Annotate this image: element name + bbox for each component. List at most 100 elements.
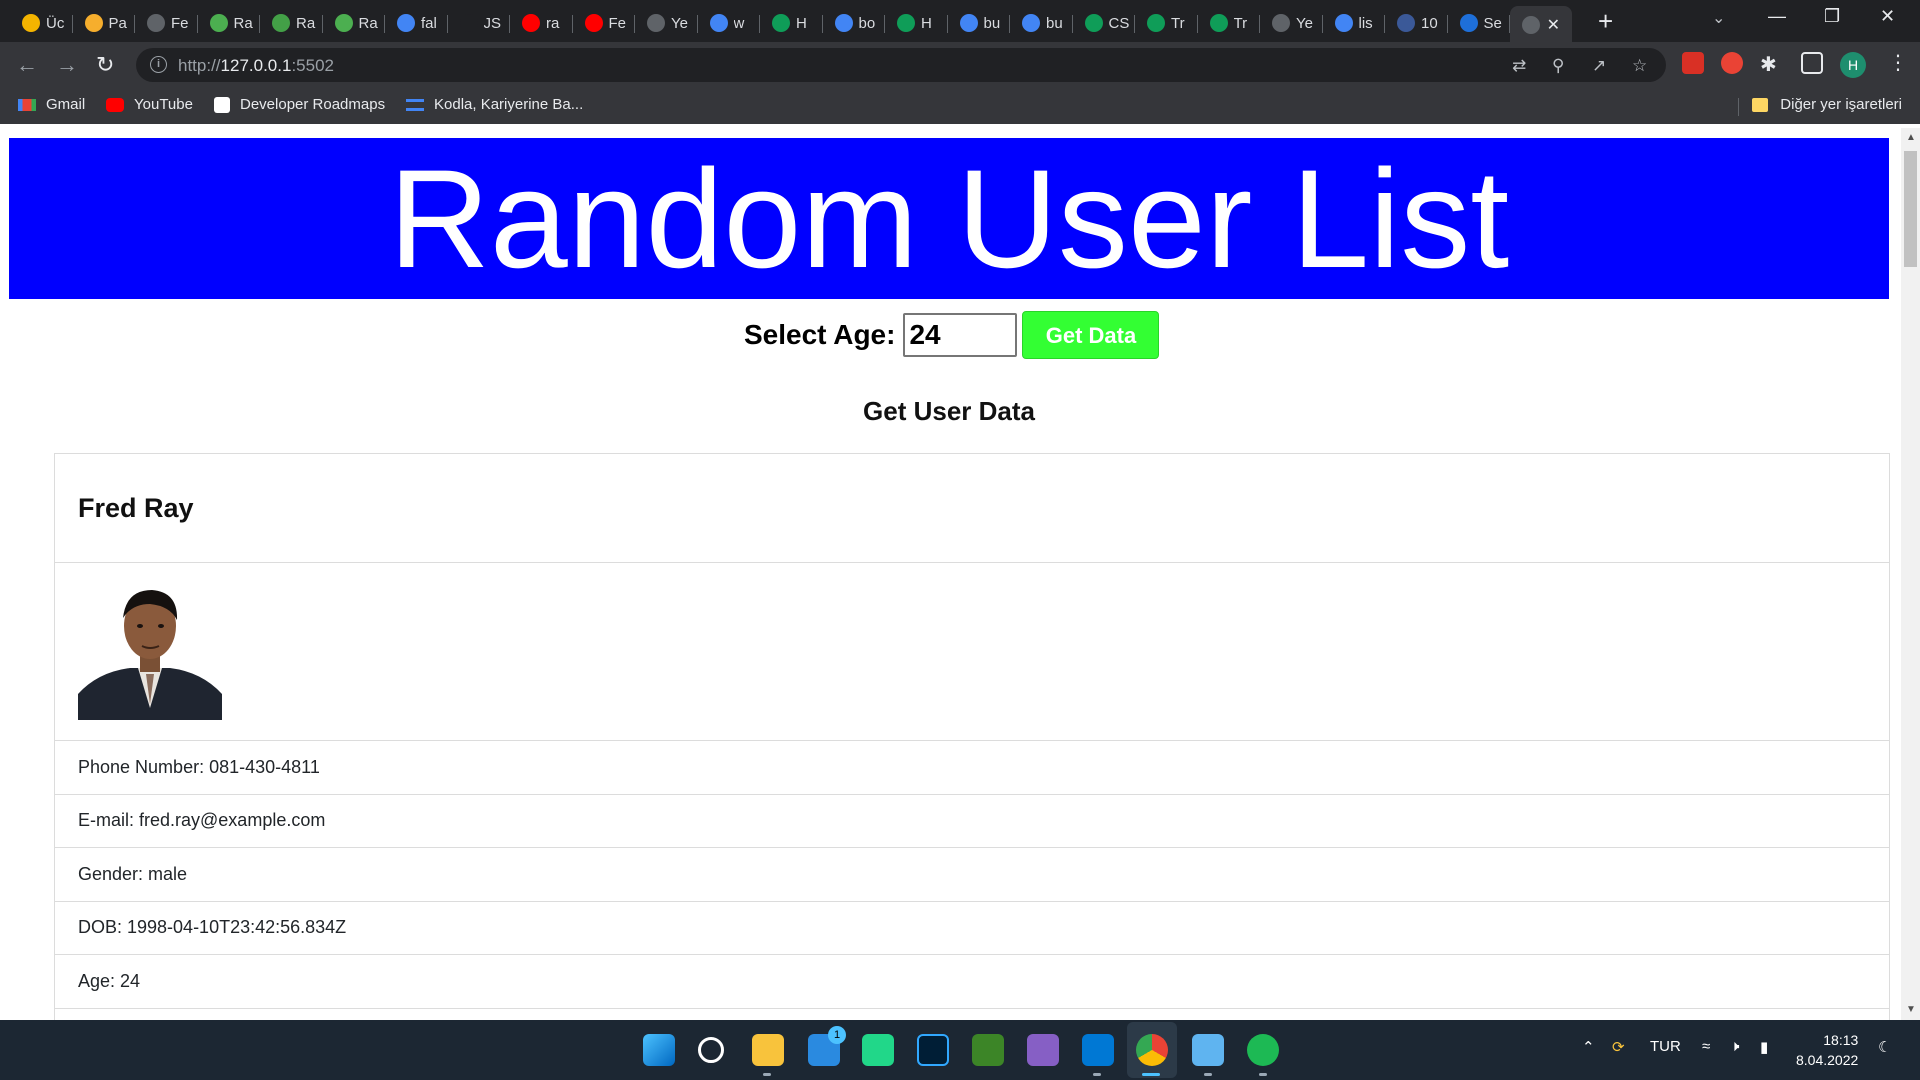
new-tab-button[interactable]: + xyxy=(1598,6,1613,37)
browser-tab[interactable]: JS xyxy=(448,6,511,40)
extension-red-icon[interactable] xyxy=(1682,52,1704,74)
translate-icon[interactable]: ⇄ xyxy=(1512,56,1526,76)
user-card: Fred Ray Phone Number: 081-430-4811 E-ma xyxy=(54,453,1890,1020)
tray-chevron-up-icon[interactable]: ⌃ xyxy=(1582,1038,1595,1056)
browser-tab[interactable]: H xyxy=(885,6,948,40)
clock[interactable]: 18:13 8.04.2022 xyxy=(1796,1030,1858,1070)
start-windows-icon[interactable] xyxy=(643,1034,675,1066)
notepad-icon[interactable] xyxy=(1192,1034,1224,1066)
active-browser-tab[interactable]: ✕ xyxy=(1510,6,1572,44)
back-button[interactable]: ← xyxy=(16,52,38,78)
browser-tab[interactable]: Tr xyxy=(1198,6,1261,40)
browser-tab[interactable]: Ye xyxy=(635,6,698,40)
spotify-icon[interactable] xyxy=(1247,1034,1279,1066)
browser-tab[interactable]: Üc xyxy=(10,6,73,40)
browser-tab[interactable]: Pa xyxy=(73,6,136,40)
bookmark-label: Developer Roadmaps xyxy=(240,96,386,113)
extension-adblock-icon[interactable] xyxy=(1721,52,1743,74)
clock-date: 8.04.2022 xyxy=(1796,1052,1859,1068)
browser-tab[interactable]: Fe xyxy=(135,6,198,40)
language-indicator[interactable]: TUR xyxy=(1650,1038,1681,1055)
chrome-icon[interactable] xyxy=(1136,1034,1168,1066)
scroll-down-arrow-icon[interactable]: ▼ xyxy=(1906,1004,1916,1015)
file-explorer-icon[interactable] xyxy=(752,1034,784,1066)
browser-tab[interactable]: 10 xyxy=(1385,6,1448,40)
extensions-puzzle-icon[interactable]: ✱ xyxy=(1760,52,1777,77)
other-bookmarks-label: Diğer yer işaretleri xyxy=(1780,96,1902,113)
browser-tab[interactable]: Ra xyxy=(323,6,386,40)
tab-title: Ye xyxy=(671,14,688,32)
age-input[interactable]: 24 xyxy=(903,313,1018,357)
tab-favicon-icon xyxy=(522,14,540,32)
tab-title: bu xyxy=(1046,14,1063,32)
browser-tab[interactable]: H xyxy=(760,6,823,40)
bookmark-youtube[interactable]: YouTube xyxy=(106,96,193,113)
tab-favicon-icon xyxy=(1209,14,1228,32)
profile-avatar[interactable]: H xyxy=(1840,52,1866,78)
notepad-running-indicator xyxy=(1204,1073,1212,1076)
browser-tab[interactable]: Ra xyxy=(260,6,323,40)
browser-tab[interactable]: ra xyxy=(510,6,573,40)
spotify-running-indicator xyxy=(1259,1073,1267,1076)
tab-title: CS xyxy=(1108,14,1129,32)
side-panel-icon[interactable] xyxy=(1801,52,1823,74)
minecraft-icon[interactable] xyxy=(972,1034,1004,1066)
volume-icon[interactable]: 🕨 xyxy=(1730,1038,1739,1055)
other-bookmarks-folder[interactable]: Diğer yer işaretleri xyxy=(1752,96,1902,113)
browser-tab[interactable]: CS xyxy=(1073,6,1136,40)
sync-icon[interactable]: ⟳ xyxy=(1612,1038,1625,1056)
browser-tab[interactable]: fal xyxy=(385,6,448,40)
address-bar[interactable]: i http://127.0.0.1:5502 ⇄ ⚲ ↗ ☆ xyxy=(136,48,1666,82)
browser-tab[interactable]: lis xyxy=(1323,6,1386,40)
page-scrollbar[interactable]: ▲ ▼ xyxy=(1901,128,1920,1020)
url-text[interactable]: http://127.0.0.1:5502 xyxy=(178,56,334,76)
bookmark-kodla[interactable]: Kodla, Kariyerine Ba... xyxy=(406,96,583,113)
wifi-icon[interactable]: ≈ xyxy=(1702,1038,1710,1055)
tab-favicon-icon xyxy=(1022,14,1040,32)
minimize-button[interactable]: — xyxy=(1768,6,1786,27)
tab-title: Ra xyxy=(358,14,378,32)
close-tab-icon[interactable]: ✕ xyxy=(1547,15,1560,35)
pycharm-icon[interactable] xyxy=(862,1034,894,1066)
bookmark-developer-roadmaps[interactable]: Developer Roadmaps xyxy=(214,96,385,113)
scrollbar-thumb[interactable] xyxy=(1904,151,1917,267)
forward-button[interactable]: → xyxy=(56,52,78,78)
browser-tab[interactable]: Se xyxy=(1448,6,1511,40)
bookmark-star-icon[interactable]: ☆ xyxy=(1632,56,1647,76)
share-icon[interactable]: ↗ xyxy=(1592,56,1606,76)
vscode-icon[interactable] xyxy=(1082,1034,1114,1066)
browser-tab[interactable]: Fe xyxy=(573,6,636,40)
age-selector-row: Select Age: 24 Get Data xyxy=(744,311,1160,359)
mail-icon[interactable]: 1 xyxy=(808,1026,846,1066)
tab-title: Ye xyxy=(1296,14,1313,32)
get-data-button[interactable]: Get Data xyxy=(1022,311,1160,359)
kodla-icon xyxy=(406,98,424,111)
notifications-moon-icon[interactable]: ☾ xyxy=(1878,1038,1891,1056)
restore-button[interactable]: ❐ xyxy=(1824,6,1840,27)
search-icon[interactable] xyxy=(698,1037,724,1063)
bookmarks-bar: Gmail YouTube Developer Roadmaps Kodla, … xyxy=(0,88,1920,124)
user-phone: Phone Number: 081-430-4811 xyxy=(55,741,1889,795)
bookmark-gmail[interactable]: Gmail xyxy=(18,96,85,113)
browser-tab[interactable]: w xyxy=(698,6,761,40)
tab-search-chevron-icon[interactable]: ⌄ xyxy=(1712,8,1725,28)
photo-row xyxy=(55,563,1889,741)
reload-button[interactable]: ↻ xyxy=(96,52,114,78)
scroll-up-arrow-icon[interactable]: ▲ xyxy=(1906,132,1916,143)
browser-tab[interactable]: Ye xyxy=(1260,6,1323,40)
browser-tab[interactable]: bu xyxy=(948,6,1011,40)
browser-tab[interactable]: bo xyxy=(823,6,886,40)
site-info-icon[interactable]: i xyxy=(150,56,167,73)
visual-studio-icon[interactable] xyxy=(1027,1034,1059,1066)
browser-tab[interactable]: Ra xyxy=(198,6,261,40)
photoshop-icon[interactable] xyxy=(917,1034,949,1066)
folder-icon xyxy=(1752,97,1769,112)
battery-icon[interactable]: ▮ xyxy=(1760,1038,1768,1056)
tab-title: H xyxy=(921,14,932,32)
close-window-button[interactable]: ✕ xyxy=(1880,6,1895,27)
browser-tab[interactable]: Tr xyxy=(1135,6,1198,40)
windows-taskbar: 1 ⌃ ⟳ TUR ≈ 🕨 ▮ 18:13 8.04.2022 ☾ xyxy=(0,1020,1920,1080)
browser-tab[interactable]: bu xyxy=(1010,6,1073,40)
browser-menu-icon[interactable]: ⋮ xyxy=(1888,50,1908,75)
zoom-icon[interactable]: ⚲ xyxy=(1552,56,1564,76)
